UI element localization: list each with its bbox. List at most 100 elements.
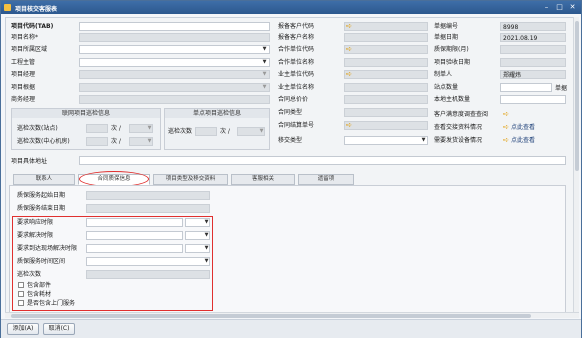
project-code-label: 项目代码(TAB) <box>11 23 54 30</box>
minimize-icon[interactable]: – <box>541 3 552 12</box>
host-count-label: 本地主机数量 <box>434 96 471 103</box>
arrow-right-icon[interactable]: ➪ <box>346 23 352 30</box>
arrow-right-icon[interactable]: ➪ <box>503 111 509 118</box>
chevron-down-icon: ▼ <box>147 125 152 131</box>
report-customer-name-field <box>344 33 428 42</box>
chevron-down-icon[interactable]: ▼ <box>262 59 267 66</box>
horizontal-scrollbar[interactable] <box>5 312 579 318</box>
business-manager-field <box>79 95 270 104</box>
chevron-down-icon[interactable]: ▼ <box>204 232 209 239</box>
chevron-down-icon[interactable]: ▼ <box>204 219 209 226</box>
handover-type-label: 移交类型 <box>278 137 303 144</box>
report-customer-code-label: 报备客户代码 <box>278 23 315 30</box>
arrow-right-icon[interactable]: ➪ <box>346 122 352 129</box>
creator-value: 郑耀炜 <box>503 72 522 79</box>
include-consumables-label: 包含耗材 <box>27 291 52 298</box>
include-parts-checkbox[interactable] <box>18 282 24 288</box>
project-address-label: 项目具体地址 <box>11 158 48 165</box>
response-limit-input[interactable] <box>86 218 183 227</box>
chevron-down-icon: ▼ <box>262 84 267 90</box>
tab-customer-service[interactable]: 客服相关 <box>231 174 295 185</box>
warranty-start-field <box>86 191 210 200</box>
site-count-input[interactable] <box>500 83 552 92</box>
engineering-manager-select[interactable] <box>79 58 270 67</box>
warranty-start-label: 质保服务起始日期 <box>17 192 66 199</box>
onsite-limit-input[interactable] <box>86 244 183 253</box>
maximize-icon[interactable]: □ <box>554 3 565 12</box>
chevron-down-icon[interactable]: ▼ <box>204 258 209 265</box>
acceptance-date-label: 项目验收日期 <box>434 59 471 66</box>
close-icon[interactable]: ✕ <box>567 3 578 12</box>
doc-number-value: 8998 <box>503 24 519 31</box>
app-logo-icon <box>4 4 11 11</box>
tab-contacts[interactable]: 联系人 <box>13 174 75 185</box>
view-handover-link[interactable]: 点此查看 <box>511 124 535 131</box>
arrow-right-icon[interactable]: ➪ <box>503 137 509 144</box>
site-count-extra: 单据 <box>555 85 568 92</box>
chevron-down-icon: ▼ <box>262 71 267 77</box>
owner-code-field <box>344 70 428 79</box>
chevron-down-icon: ▼ <box>259 128 264 134</box>
contract-total-field <box>344 95 428 104</box>
contract-type-label: 合同类型 <box>278 109 303 116</box>
response-limit-label: 要求响应时限 <box>17 219 54 226</box>
handover-docs-label: 查看交接资料情况 <box>434 124 483 131</box>
doc-date-value: 2021.08.19 <box>503 35 538 42</box>
warranty-end-field <box>86 204 210 213</box>
shipping-devices-label: 需要发货设备情况 <box>434 137 483 144</box>
arrow-right-icon[interactable]: ➪ <box>346 71 352 78</box>
project-area-label: 项目所属区域 <box>11 46 48 53</box>
tab-project-type[interactable]: 项目类型及移交资料 <box>153 174 228 185</box>
chevron-down-icon[interactable]: ▼ <box>421 137 426 144</box>
single-inspection-title: 单点项目巡检信息 <box>165 109 269 118</box>
tab-legacy-items[interactable]: 遗留项 <box>298 174 354 185</box>
add-button[interactable]: 添加(A) <box>7 323 39 335</box>
doc-date-label: 单据日期 <box>434 34 459 41</box>
cancel-button[interactable]: 取消(C) <box>43 323 75 335</box>
project-code-input[interactable] <box>79 22 270 31</box>
include-consumables-checkbox[interactable] <box>18 291 24 297</box>
include-onsite-checkbox[interactable] <box>18 300 24 306</box>
business-manager-label: 商务经理 <box>11 96 36 103</box>
arrow-right-icon[interactable]: ➪ <box>503 124 509 131</box>
creator-label: 制单人 <box>434 71 453 78</box>
warranty-months-field <box>500 45 566 54</box>
report-customer-code-field <box>344 22 428 31</box>
acceptance-date-field <box>500 58 566 67</box>
include-parts-label: 包含部件 <box>27 282 52 289</box>
engineering-manager-label: 工程主管 <box>11 59 36 66</box>
project-name-label: 项目名称* <box>11 34 39 41</box>
project-manager-field <box>79 70 270 79</box>
service-period-select[interactable] <box>86 257 210 266</box>
chevron-down-icon[interactable]: ▼ <box>204 245 209 252</box>
include-onsite-label: 是否包含上门服务 <box>27 300 76 307</box>
project-area-select[interactable] <box>79 45 270 54</box>
warranty-months-label: 质保期限(月) <box>434 46 469 53</box>
satisfaction-survey-label: 客户满意度调查查阅 <box>434 111 489 118</box>
inspect-count-site-label: 巡检次数(站点) <box>17 125 58 132</box>
vertical-scrollbar[interactable] <box>573 17 579 312</box>
partner-name-field <box>344 58 428 67</box>
owner-name-field <box>344 83 428 92</box>
handover-type-select[interactable] <box>344 136 428 145</box>
owner-code-label: 业主单位代码 <box>278 71 315 78</box>
partner-code-field <box>344 45 428 54</box>
chevron-down-icon[interactable]: ▼ <box>262 46 267 53</box>
project-address-input[interactable] <box>79 156 566 165</box>
panel-inspect-count-label: 巡检次数 <box>17 271 42 278</box>
report-customer-name-label: 报备客户名称 <box>278 34 315 41</box>
inspect-count-site-unit: 次 / <box>111 125 121 132</box>
contract-total-label: 合同总价价 <box>278 96 309 103</box>
resolve-limit-label: 要求解决时限 <box>17 232 54 239</box>
warranty-end-label: 质保服务结束日期 <box>17 205 66 212</box>
inspect-count-room-unit: 次 / <box>111 138 121 145</box>
host-count-input[interactable] <box>500 95 566 104</box>
resolve-limit-input[interactable] <box>86 231 183 240</box>
single-inspect-unit: 次 / <box>220 128 230 135</box>
view-shipping-link[interactable]: 点此查看 <box>511 137 535 144</box>
onsite-limit-label: 要求到达现场解决时限 <box>17 245 78 252</box>
site-count-label: 站点数量 <box>434 84 459 91</box>
bottom-toolbar: 添加(A) 取消(C) <box>1 319 581 338</box>
arrow-right-icon[interactable]: ➪ <box>346 46 352 53</box>
owner-name-label: 业主单位名称 <box>278 84 315 91</box>
